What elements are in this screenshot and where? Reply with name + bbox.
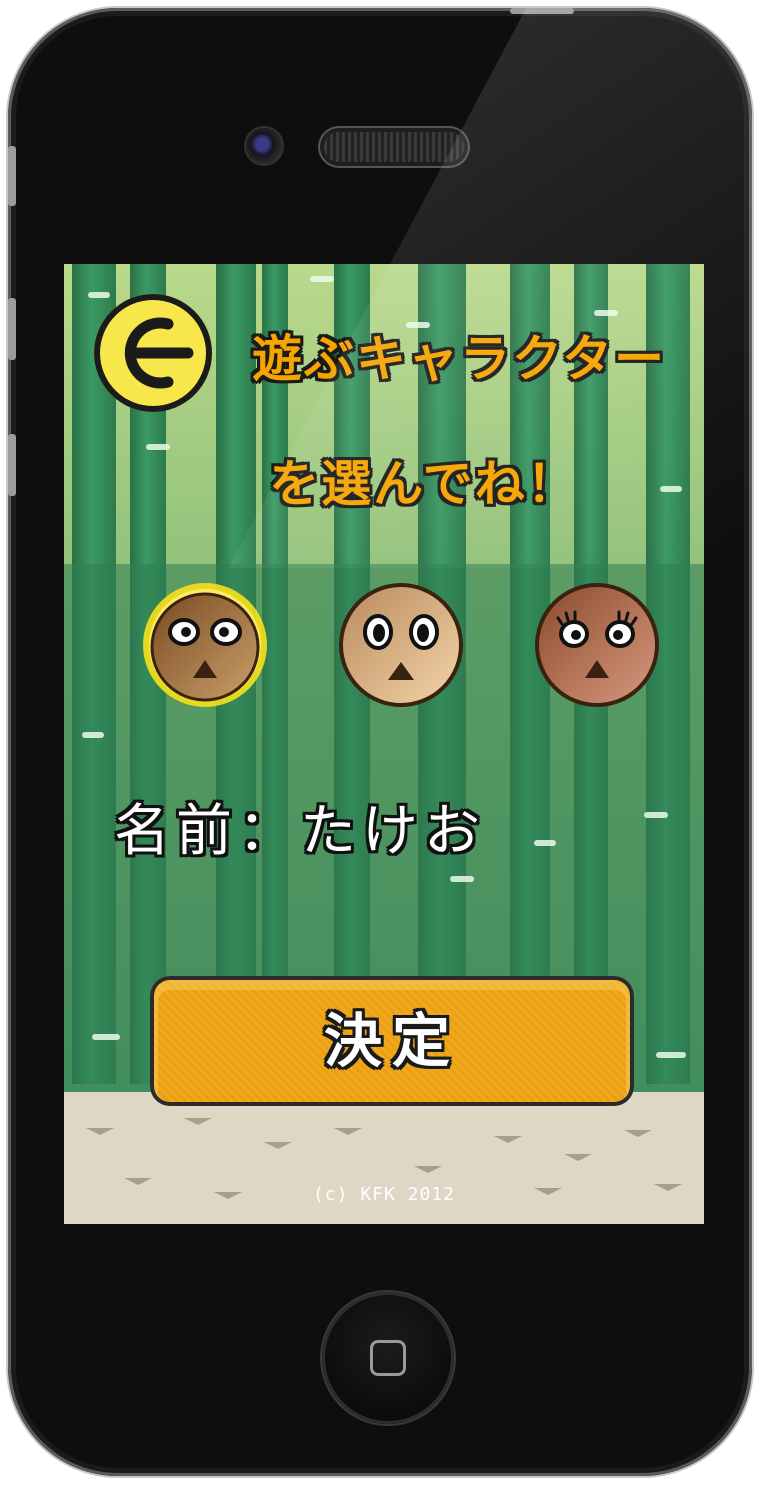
bamboo-node: [92, 1034, 120, 1040]
character-3-face: [535, 583, 659, 707]
pebble: [564, 1154, 592, 1161]
iphone-frame: 遊ぶキャラクター を選んでね！ 名前：たけお 決定 (c) KFK 2012: [8, 8, 752, 1476]
front-camera: [246, 128, 282, 164]
pebble: [414, 1166, 442, 1173]
character-option-1[interactable]: [142, 582, 268, 708]
decide-button[interactable]: 決定: [150, 976, 634, 1106]
character-option-3[interactable]: [534, 582, 660, 708]
bamboo-node: [82, 732, 104, 738]
pebble: [624, 1130, 652, 1137]
character-2-face: [339, 583, 463, 707]
bamboo-node: [656, 1052, 686, 1058]
character-1-face: [143, 583, 267, 707]
pebble: [86, 1128, 114, 1135]
player-name-label: 名前：たけお: [114, 799, 486, 864]
bamboo-node: [534, 840, 556, 846]
left-arrow-icon: [124, 317, 194, 389]
home-square-icon: [370, 1340, 406, 1376]
decide-button-label: 決定: [323, 1007, 460, 1075]
home-button[interactable]: [322, 1292, 454, 1424]
volume-up-button: [8, 298, 16, 360]
pebble: [264, 1142, 292, 1149]
earpiece-speaker: [324, 132, 464, 162]
bamboo-node: [310, 276, 334, 282]
pebble: [334, 1128, 362, 1135]
pebble: [184, 1118, 212, 1125]
back-button[interactable]: [94, 294, 212, 412]
bamboo-node: [146, 444, 170, 450]
bamboo-node: [660, 486, 682, 492]
bamboo-node: [644, 812, 668, 818]
volume-down-button: [8, 434, 16, 496]
character-option-2[interactable]: [338, 582, 464, 708]
sleep-button: [510, 8, 574, 14]
bamboo-node: [450, 876, 474, 882]
copyright-text: (c) KFK 2012: [312, 1184, 456, 1205]
title-line-2: を選んでね！: [269, 455, 579, 513]
pebble: [494, 1136, 522, 1143]
mute-switch: [8, 146, 16, 206]
game-screen: 遊ぶキャラクター を選んでね！ 名前：たけお 決定 (c) KFK 2012: [64, 264, 704, 1224]
title-line-1: 遊ぶキャラクター: [252, 330, 666, 388]
